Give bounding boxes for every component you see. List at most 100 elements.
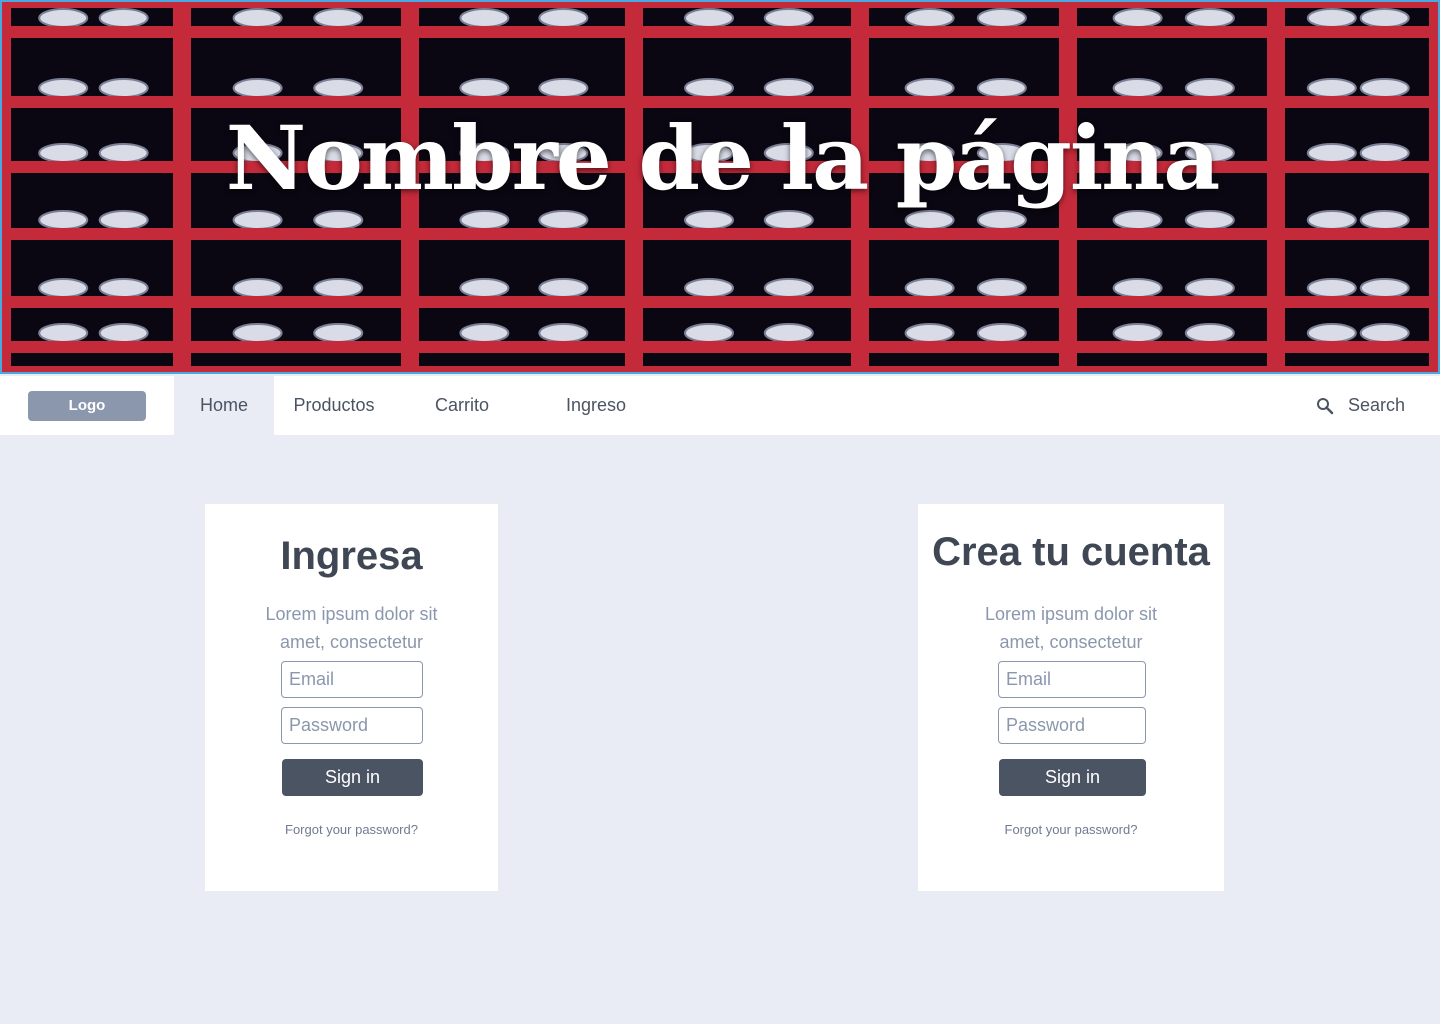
search-label: Search	[1348, 395, 1406, 415]
login-signin-button[interactable]: Sign in	[282, 759, 423, 796]
shoe-left	[38, 323, 89, 343]
shoe-left	[38, 8, 89, 28]
shoe-left	[1306, 323, 1357, 343]
shoe-right	[313, 210, 364, 230]
login-description: Lorem ipsum dolor sit amet, consectetur	[265, 604, 438, 652]
shoe-left	[1306, 210, 1357, 230]
register-card: Crea tu cuenta Lorem ipsum dolor sit ame…	[918, 504, 1224, 891]
shoe-right	[98, 78, 149, 98]
shoe-left	[684, 8, 734, 28]
shoe-right	[313, 78, 364, 98]
shoe-left	[232, 78, 283, 98]
register-email-input[interactable]	[998, 661, 1146, 698]
shoe-right	[1184, 8, 1235, 28]
shoe-left	[459, 8, 510, 28]
shoe-left	[459, 78, 510, 98]
navbar: Logo Home Productos Carrito Ingreso Sear…	[0, 376, 1440, 435]
shoe-left	[904, 78, 955, 98]
shoe-right	[313, 8, 364, 28]
shoe-left	[684, 323, 734, 343]
shoe-right	[976, 78, 1027, 98]
shoe-left	[38, 78, 89, 98]
shelf-board	[2, 2, 1438, 8]
shoe-left	[1112, 210, 1163, 230]
search-icon	[1317, 398, 1334, 415]
shoe-left	[1112, 323, 1163, 343]
login-card: Ingresa Lorem ipsum dolor sit amet, cons…	[205, 504, 498, 891]
shoe-right	[763, 210, 814, 230]
shoe-right	[1359, 78, 1410, 98]
shoe-left	[1112, 8, 1163, 28]
shoe-right	[976, 278, 1027, 298]
shoe-right	[538, 78, 589, 98]
shoe-right	[1359, 323, 1410, 343]
shoe-right	[538, 8, 589, 28]
shoe-right	[1359, 210, 1410, 230]
nav-item-productos[interactable]: Productos	[274, 376, 394, 435]
shelf-board	[2, 26, 1438, 38]
shoe-right	[538, 210, 589, 230]
shoe-right	[98, 323, 149, 343]
nav-item-home[interactable]: Home	[174, 376, 274, 435]
shoe-right	[1184, 210, 1235, 230]
shoe-left	[1306, 78, 1357, 98]
hero-banner: Nombre de la página	[0, 0, 1440, 374]
shoe-left	[1112, 278, 1163, 298]
shoe-left	[684, 210, 734, 230]
shoe-left	[459, 278, 510, 298]
shoe-left	[38, 278, 89, 298]
register-signin-button[interactable]: Sign in	[999, 759, 1146, 796]
shoe-left	[904, 278, 955, 298]
shoe-left	[232, 210, 283, 230]
shoe-left	[459, 323, 510, 343]
shoe-left	[1112, 78, 1163, 98]
shoe-left	[1306, 8, 1357, 28]
shoe-right	[98, 210, 149, 230]
shoe-left	[684, 278, 734, 298]
shelf-board	[2, 341, 1438, 353]
nav-item-carrito[interactable]: Carrito	[412, 376, 512, 435]
shoe-right	[538, 278, 589, 298]
shoe-right	[98, 8, 149, 28]
login-password-input[interactable]	[281, 707, 423, 744]
shelf-board	[2, 296, 1438, 308]
shoe-right	[1184, 78, 1235, 98]
shoe-left	[904, 8, 955, 28]
shoe-right	[976, 210, 1027, 230]
shoe-right	[1359, 8, 1410, 28]
register-title: Crea tu cuenta	[932, 530, 1210, 574]
shoe-right	[763, 278, 814, 298]
nav-item-ingreso[interactable]: Ingreso	[546, 376, 646, 435]
shoe-right	[1184, 278, 1235, 298]
shelf-board	[2, 366, 1438, 372]
shoe-right	[763, 8, 814, 28]
shoe-left	[1306, 278, 1357, 298]
shoe-right	[98, 278, 149, 298]
shoe-right	[313, 323, 364, 343]
shoe-right	[976, 323, 1027, 343]
shoe-right	[313, 278, 364, 298]
shoe-right	[538, 323, 589, 343]
page-title: Nombre de la página	[225, 106, 1221, 210]
shoe-right	[1359, 278, 1410, 298]
shoe-left	[232, 323, 283, 343]
register-password-input[interactable]	[998, 707, 1146, 744]
login-title: Ingresa	[280, 534, 423, 578]
register-description: Lorem ipsum dolor sit amet, consectetur	[984, 604, 1158, 652]
shoe-left	[904, 323, 955, 343]
search-button[interactable]: Search	[1312, 376, 1422, 435]
shoe-right	[976, 8, 1027, 28]
shoe-left	[38, 210, 89, 230]
shoe-left	[904, 210, 955, 230]
shelf-board	[2, 228, 1438, 240]
shoe-right	[1184, 323, 1235, 343]
logo[interactable]: Logo	[28, 391, 146, 421]
register-forgot-password-link[interactable]: Forgot your password?	[918, 822, 1224, 837]
login-forgot-password-link[interactable]: Forgot your password?	[205, 822, 498, 837]
login-email-input[interactable]	[281, 661, 423, 698]
shoe-left	[459, 210, 510, 230]
shoe-left	[684, 78, 734, 98]
shoe-right	[763, 78, 814, 98]
shoe-right	[763, 323, 814, 343]
shoe-left	[232, 8, 283, 28]
